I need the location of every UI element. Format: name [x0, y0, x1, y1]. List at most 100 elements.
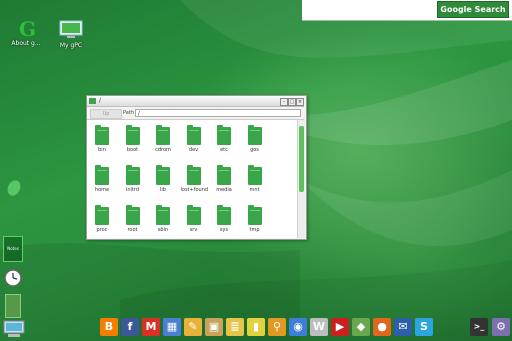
folder-label: cdrom [155, 147, 171, 153]
folder-item[interactable]: mnt [242, 165, 268, 201]
folder-icon [125, 125, 140, 145]
skype-icon: S [420, 320, 428, 333]
computer-icon[interactable] [2, 320, 26, 338]
folder-icon [156, 165, 170, 185]
desktop-icon-label: My gPC [59, 42, 83, 49]
dock-item-wikipedia[interactable]: W [310, 318, 328, 336]
folder-item[interactable]: gos [242, 125, 268, 161]
folder-item[interactable]: tmp [242, 205, 268, 241]
paint-icon: ✎ [188, 320, 198, 333]
dock-item-shopping[interactable]: ▮ [247, 318, 265, 336]
folder-label: root [127, 227, 138, 233]
dock-item-maps[interactable]: ⚲ [268, 318, 286, 336]
folder-label: lost+found [180, 187, 209, 193]
desktop-icon-my-gpc[interactable]: My gPC [49, 20, 93, 49]
google-search-button[interactable]: Google Search [437, 1, 509, 18]
folder-icon [156, 125, 170, 145]
folder-item[interactable]: initrd [120, 165, 146, 201]
folder-icon [95, 125, 109, 145]
svg-text:G: G [19, 18, 36, 38]
folder-icon [95, 205, 109, 225]
thunderbird-icon: ✉ [398, 320, 408, 333]
leaf-icon[interactable] [4, 178, 24, 198]
dock-item-photos[interactable]: ▣ [205, 318, 223, 336]
chrome-icon: ◉ [293, 320, 303, 333]
vertical-scrollbar[interactable] [297, 120, 305, 238]
window-title: / [99, 97, 102, 104]
desktop: Google Search G About g... My gPC / – □ … [0, 0, 512, 341]
scrollbar-thumb[interactable] [299, 126, 304, 192]
window-toolbar: Up Path / [87, 107, 304, 120]
dock-item-games[interactable]: ◆ [352, 318, 370, 336]
folder-grid: bin boot cdrom dev etc gos home initrd lib lost+f… [87, 120, 297, 238]
close-icon[interactable]: × [296, 98, 304, 106]
clock-icon[interactable] [3, 268, 23, 288]
folder-label: sbin [157, 227, 169, 233]
folder-icon [247, 205, 262, 225]
wikipedia-icon: W [312, 320, 326, 333]
folder-icon [95, 165, 109, 185]
folder-item[interactable]: media [211, 165, 237, 201]
folder-icon [125, 205, 140, 225]
dock-item-settings[interactable]: ⚙ [492, 318, 510, 336]
dock-item-gmail[interactable]: M [142, 318, 160, 336]
folder-item[interactable]: lost+found [180, 165, 209, 201]
dock-item-chrome[interactable]: ◉ [289, 318, 307, 336]
folder-label: lib [160, 187, 166, 193]
folder-label: etc [220, 147, 228, 153]
dock-item-calendar[interactable]: ▦ [163, 318, 181, 336]
dock-item-youtube[interactable]: ▶ [331, 318, 349, 336]
folder-label: bin [98, 147, 106, 153]
up-button[interactable]: Up [90, 109, 122, 119]
folder-icon [89, 98, 96, 104]
folder-label: boot [126, 147, 139, 153]
games-icon: ◆ [356, 320, 366, 333]
notes-widget[interactable]: Notes [3, 236, 23, 262]
folder-icon [186, 205, 201, 225]
firefox-icon: ● [377, 320, 387, 333]
dock-item-facebook[interactable]: f [121, 318, 139, 336]
folder-item[interactable]: bin [89, 125, 115, 161]
folder-item[interactable]: home [89, 165, 115, 201]
folder-label: sys [219, 227, 229, 233]
folder-item[interactable]: srv [181, 205, 207, 241]
window-titlebar[interactable]: / – □ × [87, 96, 304, 107]
dock-item-firefox[interactable]: ● [373, 318, 391, 336]
file-manager-window: / – □ × Up Path / bin boot cdrom dev etc gos h… [86, 95, 307, 240]
maximize-icon[interactable]: □ [288, 98, 296, 106]
folder-label: mnt [249, 187, 260, 193]
dock-item-blogger[interactable]: B [100, 318, 118, 336]
location-label: Path [123, 110, 134, 116]
folder-label: initrd [125, 187, 140, 193]
folder-label: tmp [249, 227, 260, 233]
dock-item-thunderbird[interactable]: ✉ [394, 318, 412, 336]
folder-item[interactable]: proc [89, 205, 115, 241]
dock-item-terminal[interactable]: >_ [470, 318, 488, 336]
trash-icon[interactable] [5, 294, 21, 318]
folder-item[interactable]: boot [120, 125, 146, 161]
folder-item[interactable]: dev [181, 125, 207, 161]
folder-icon [217, 165, 231, 185]
folder-item[interactable]: lib [150, 165, 176, 201]
search-input[interactable] [302, 0, 438, 19]
folder-item[interactable]: root [120, 205, 146, 241]
folder-icon [217, 205, 231, 225]
minimize-icon[interactable]: – [280, 98, 288, 106]
folder-icon [186, 165, 201, 185]
dock-item-paint[interactable]: ✎ [184, 318, 202, 336]
folder-item[interactable]: cdrom [150, 125, 176, 161]
folder-label: dev [188, 147, 199, 153]
photos-icon: ▣ [208, 320, 220, 333]
folder-label: proc [96, 227, 108, 233]
folder-icon [217, 125, 231, 145]
location-input[interactable]: / [135, 109, 301, 117]
desktop-icon-about[interactable]: G About g... [4, 18, 48, 47]
dock-item-documents[interactable]: ≣ [226, 318, 244, 336]
dock-item-skype[interactable]: S [415, 318, 433, 336]
folder-item[interactable]: etc [211, 125, 237, 161]
folder-item[interactable]: sys [211, 205, 237, 241]
folder-label: gos [250, 147, 259, 153]
calendar-icon: ▦ [166, 320, 178, 333]
folder-label: srv [189, 227, 198, 233]
folder-item[interactable]: sbin [150, 205, 176, 241]
